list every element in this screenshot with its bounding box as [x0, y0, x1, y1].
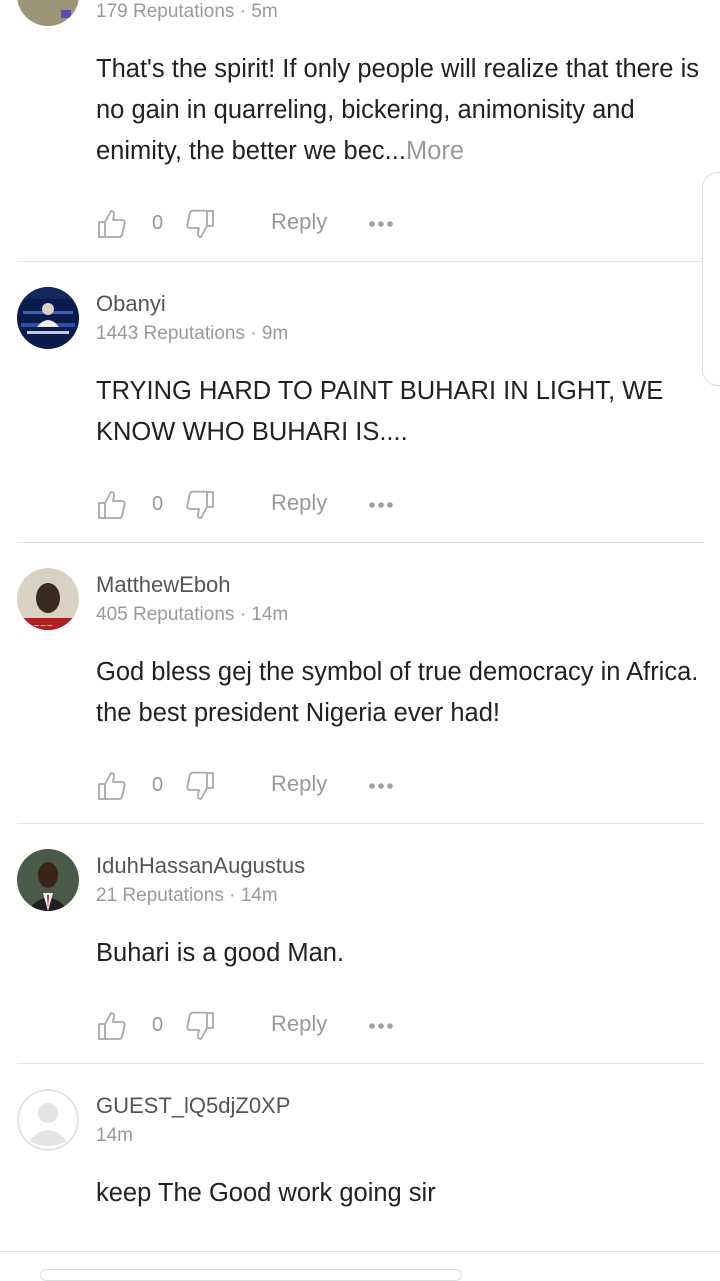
- like-count: 0: [152, 212, 164, 234]
- avatar[interactable]: [17, 849, 79, 911]
- avatar-photo: [17, 0, 79, 26]
- avatar-photo: [17, 849, 79, 911]
- comment-text: keep The Good work going sir: [96, 1179, 436, 1207]
- thumbs-down-icon[interactable]: [184, 1010, 216, 1042]
- comment-actions: 0 Reply: [96, 208, 416, 242]
- avatar[interactable]: [17, 1089, 79, 1151]
- thumbs-down-icon[interactable]: [184, 489, 216, 521]
- like-count: 0: [152, 493, 164, 515]
- more-options-icon[interactable]: [368, 773, 394, 799]
- thumbs-down-icon[interactable]: [184, 208, 216, 240]
- reply-button[interactable]: Reply: [271, 490, 327, 516]
- comment-username[interactable]: IduhHassanAugustus: [96, 853, 305, 879]
- reply-button[interactable]: Reply: [271, 1011, 327, 1037]
- divider: [17, 261, 704, 262]
- divider: [17, 542, 704, 543]
- divider: [17, 1063, 704, 1064]
- comment-actions: 0 Reply: [96, 489, 416, 523]
- avatar[interactable]: ~~~: [17, 568, 79, 630]
- svg-text:~~~: ~~~: [33, 621, 53, 630]
- comment-actions: 0 Reply: [96, 1010, 416, 1044]
- thumbs-up-icon[interactable]: [96, 208, 128, 240]
- comment-meta: 179 Reputations · 5m: [96, 1, 278, 22]
- avatar-photo: [17, 287, 79, 349]
- comment-meta: 405 Reputations · 14m: [96, 604, 289, 625]
- divider: [17, 823, 704, 824]
- avatar-photo: ~~~: [17, 568, 79, 630]
- thumbs-up-icon[interactable]: [96, 489, 128, 521]
- comment-text: TRYING HARD TO PAINT BUHARI IN LIGHT, WE…: [96, 377, 664, 446]
- more-options-icon[interactable]: [368, 211, 394, 237]
- comment-meta: 14m: [96, 1125, 133, 1146]
- thumbs-down-icon[interactable]: [184, 770, 216, 802]
- comment-text: God bless gej the symbol of true democra…: [96, 658, 699, 727]
- more-link[interactable]: More: [406, 137, 464, 165]
- avatar[interactable]: [17, 0, 79, 26]
- like-count: 0: [152, 1014, 164, 1036]
- comment-username[interactable]: MatthewEboh: [96, 572, 231, 598]
- comment-text-content: That's the spirit! If only people will r…: [96, 55, 699, 165]
- reply-button[interactable]: Reply: [271, 209, 327, 235]
- more-options-icon[interactable]: [368, 492, 394, 518]
- comment-input-bar[interactable]: [40, 1269, 462, 1281]
- edge-panel-handle[interactable]: [702, 172, 720, 386]
- avatar[interactable]: [17, 287, 79, 349]
- comment-actions: 0 Reply: [96, 770, 416, 804]
- comment-username[interactable]: GUEST_lQ5djZ0XP: [96, 1093, 290, 1119]
- comment-text: That's the spirit! If only people will r…: [96, 49, 706, 172]
- comment-meta: 21 Reputations · 14m: [96, 885, 278, 906]
- like-count: 0: [152, 774, 164, 796]
- thumbs-up-icon[interactable]: [96, 1010, 128, 1042]
- comment-meta: 1443 Reputations · 9m: [96, 323, 289, 344]
- thumbs-up-icon[interactable]: [96, 770, 128, 802]
- more-options-icon[interactable]: [368, 1013, 394, 1039]
- comment-text: Buhari is a good Man.: [96, 939, 345, 967]
- divider: [0, 1251, 720, 1252]
- reply-button[interactable]: Reply: [271, 771, 327, 797]
- default-user-icon: [17, 1089, 79, 1151]
- comment-username[interactable]: Obanyi: [96, 291, 166, 317]
